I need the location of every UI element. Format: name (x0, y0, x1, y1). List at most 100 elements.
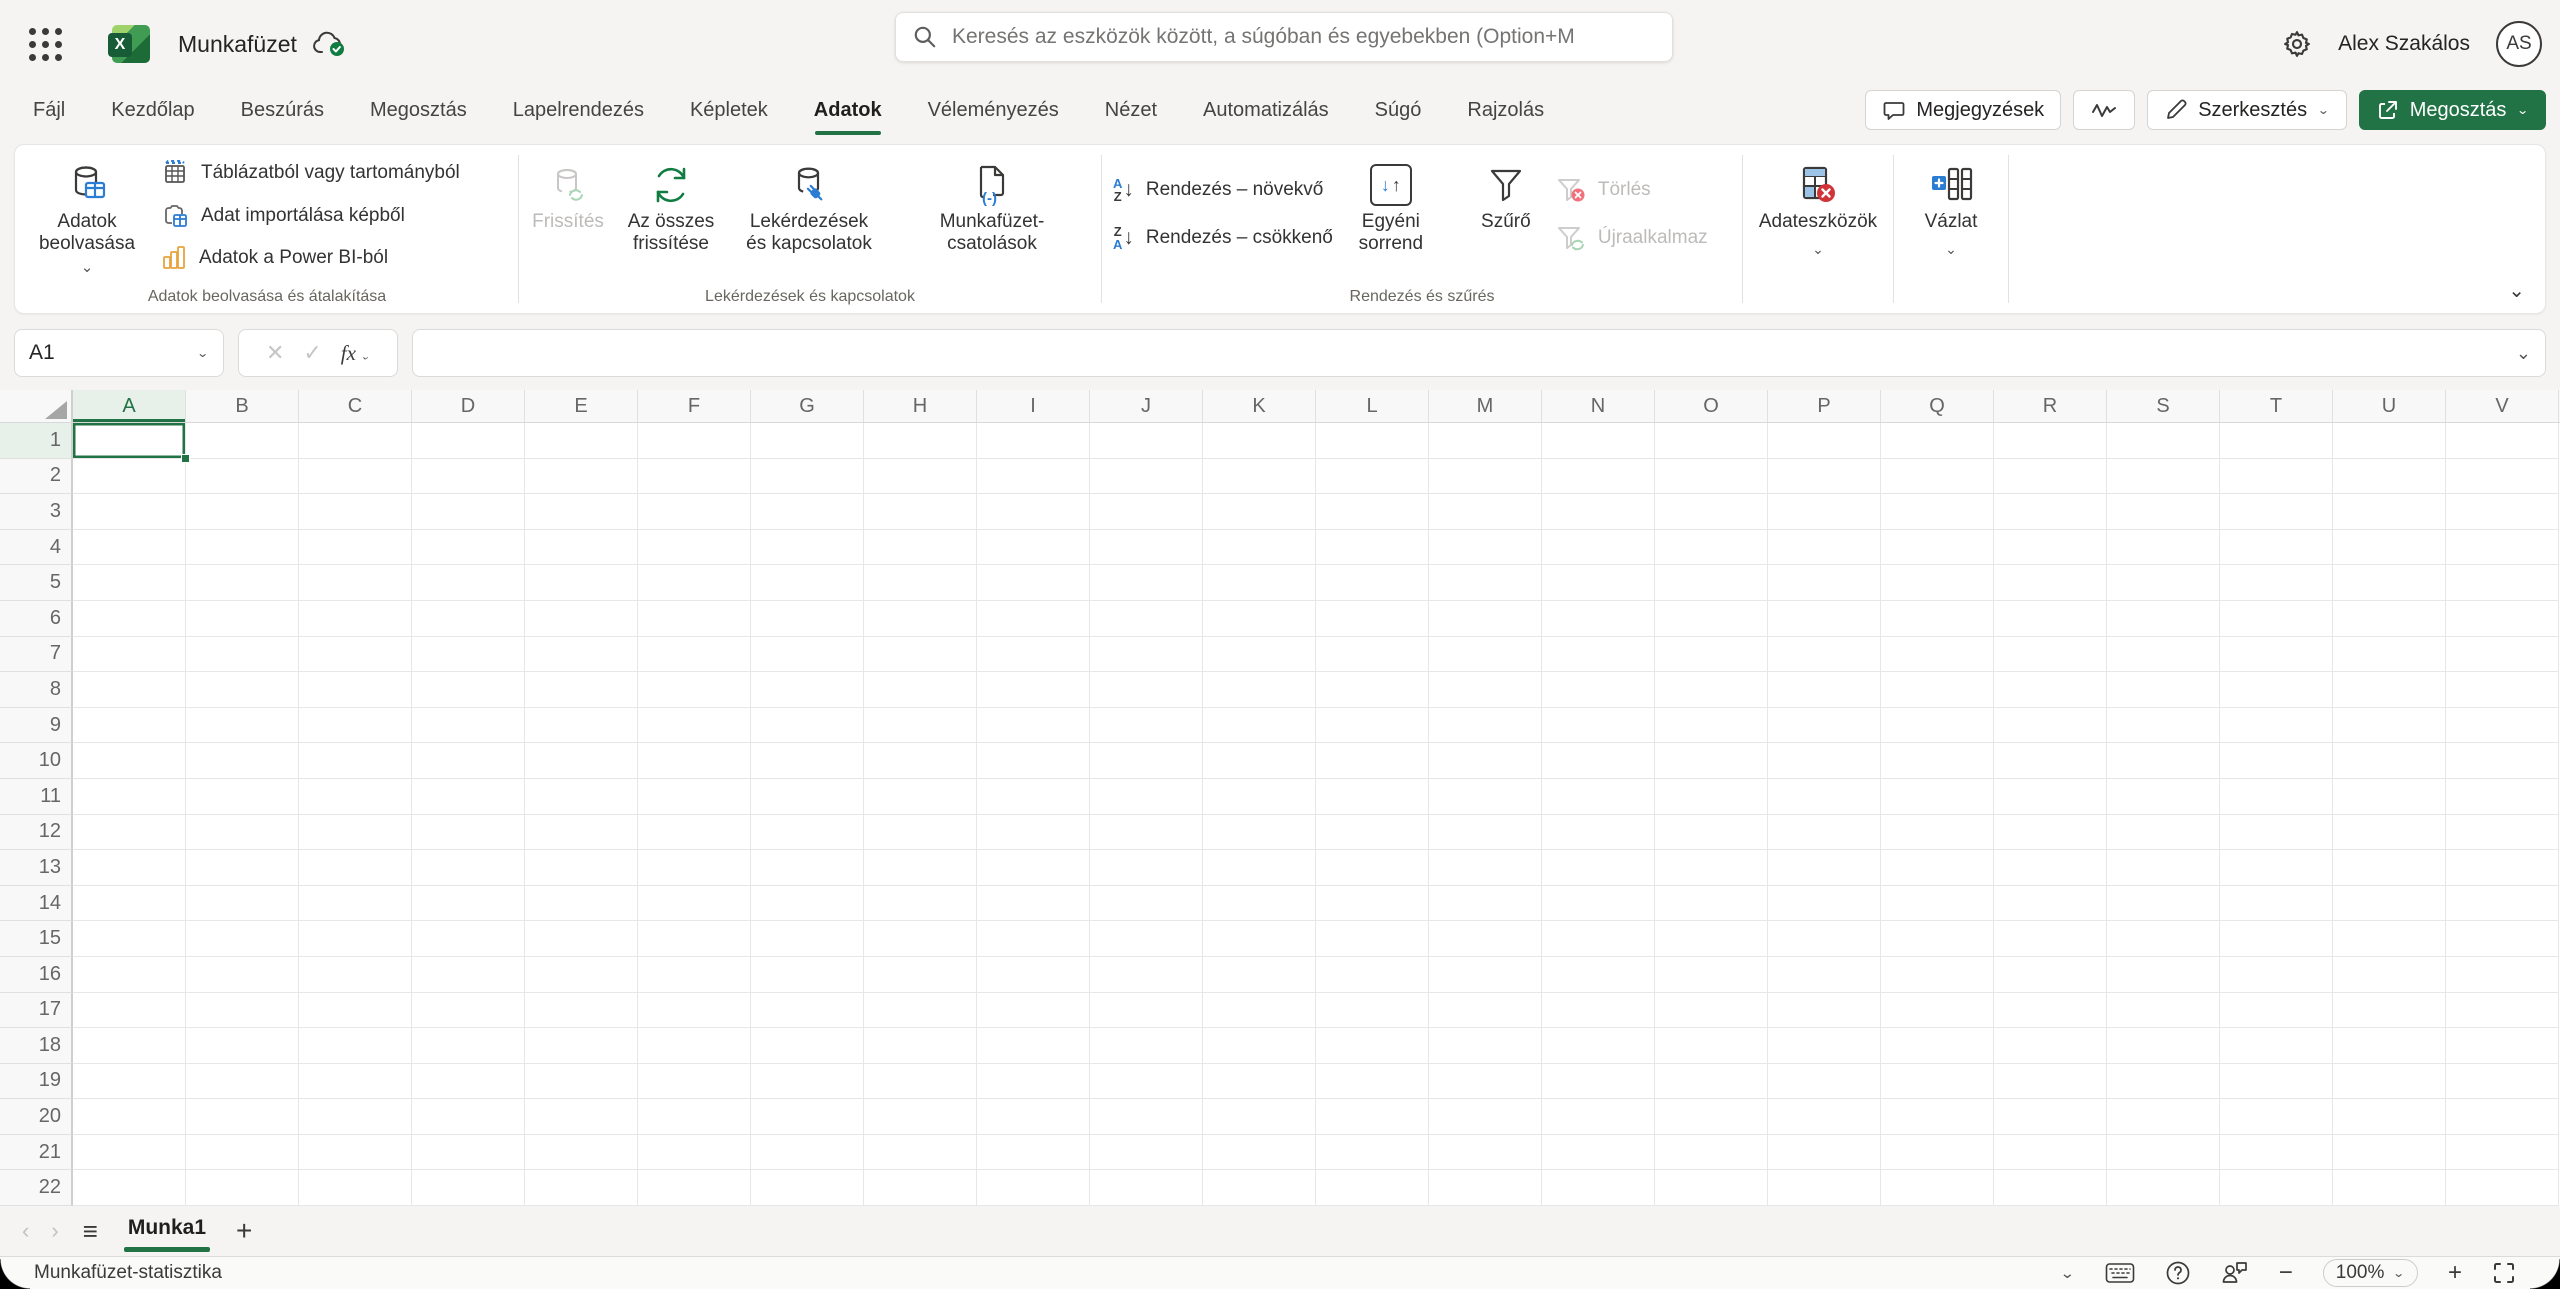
cell-F22[interactable] (638, 1170, 751, 1206)
cell-J14[interactable] (1090, 886, 1203, 922)
cell-C22[interactable] (299, 1170, 412, 1206)
cell-S8[interactable] (2107, 672, 2220, 708)
cell-U6[interactable] (2333, 601, 2446, 637)
cell-U8[interactable] (2333, 672, 2446, 708)
cell-B13[interactable] (186, 850, 299, 886)
cell-J20[interactable] (1090, 1099, 1203, 1135)
cell-F2[interactable] (638, 459, 751, 495)
cell-B22[interactable] (186, 1170, 299, 1206)
cell-H20[interactable] (864, 1099, 977, 1135)
cell-L15[interactable] (1316, 921, 1429, 957)
cell-N22[interactable] (1542, 1170, 1655, 1206)
tab-kepletek[interactable]: Képletek (667, 93, 791, 128)
cell-R12[interactable] (1994, 815, 2107, 851)
cell-P5[interactable] (1768, 565, 1881, 601)
cell-K19[interactable] (1203, 1064, 1316, 1100)
cell-L13[interactable] (1316, 850, 1429, 886)
cell-Q14[interactable] (1881, 886, 1994, 922)
cell-S2[interactable] (2107, 459, 2220, 495)
cell-C9[interactable] (299, 708, 412, 744)
cell-M7[interactable] (1429, 637, 1542, 673)
cell-O12[interactable] (1655, 815, 1768, 851)
cell-H2[interactable] (864, 459, 977, 495)
cell-M14[interactable] (1429, 886, 1542, 922)
cell-H19[interactable] (864, 1064, 977, 1100)
editing-mode-button[interactable]: Szerkesztés ⌄ (2147, 90, 2347, 130)
cell-T6[interactable] (2220, 601, 2333, 637)
cell-G17[interactable] (751, 993, 864, 1029)
cell-L16[interactable] (1316, 957, 1429, 993)
cell-N1[interactable] (1542, 423, 1655, 459)
column-header-G[interactable]: G (751, 390, 864, 422)
cell-L5[interactable] (1316, 565, 1429, 601)
cell-V17[interactable] (2446, 993, 2559, 1029)
collapse-ribbon-button[interactable]: ⌄ (2508, 278, 2525, 303)
cell-E10[interactable] (525, 743, 638, 779)
cell-U9[interactable] (2333, 708, 2446, 744)
cell-M13[interactable] (1429, 850, 1542, 886)
cell-H4[interactable] (864, 530, 977, 566)
cell-C3[interactable] (299, 494, 412, 530)
cell-H7[interactable] (864, 637, 977, 673)
cell-E11[interactable] (525, 779, 638, 815)
cell-A11[interactable] (73, 779, 186, 815)
cell-G22[interactable] (751, 1170, 864, 1206)
row-header-22[interactable]: 22 (0, 1170, 73, 1206)
row-header-21[interactable]: 21 (0, 1135, 73, 1171)
cell-M10[interactable] (1429, 743, 1542, 779)
cell-G12[interactable] (751, 815, 864, 851)
cell-B20[interactable] (186, 1099, 299, 1135)
cell-J4[interactable] (1090, 530, 1203, 566)
cell-V7[interactable] (2446, 637, 2559, 673)
cell-B15[interactable] (186, 921, 299, 957)
column-header-F[interactable]: F (638, 390, 751, 422)
row-header-15[interactable]: 15 (0, 921, 73, 957)
cell-T17[interactable] (2220, 993, 2333, 1029)
cell-V8[interactable] (2446, 672, 2559, 708)
cell-A8[interactable] (73, 672, 186, 708)
cell-O8[interactable] (1655, 672, 1768, 708)
cell-U14[interactable] (2333, 886, 2446, 922)
cell-C4[interactable] (299, 530, 412, 566)
cell-S6[interactable] (2107, 601, 2220, 637)
name-box[interactable]: A1 ⌄ (14, 329, 224, 377)
cell-S15[interactable] (2107, 921, 2220, 957)
cell-I2[interactable] (977, 459, 1090, 495)
cell-S16[interactable] (2107, 957, 2220, 993)
cell-D22[interactable] (412, 1170, 525, 1206)
cell-Q4[interactable] (1881, 530, 1994, 566)
cell-A21[interactable] (73, 1135, 186, 1171)
cell-L4[interactable] (1316, 530, 1429, 566)
cell-S3[interactable] (2107, 494, 2220, 530)
cell-G19[interactable] (751, 1064, 864, 1100)
fill-handle[interactable] (181, 454, 190, 463)
cell-I7[interactable] (977, 637, 1090, 673)
row-header-18[interactable]: 18 (0, 1028, 73, 1064)
cell-L17[interactable] (1316, 993, 1429, 1029)
cell-A13[interactable] (73, 850, 186, 886)
cell-Q7[interactable] (1881, 637, 1994, 673)
cell-I5[interactable] (977, 565, 1090, 601)
row-header-14[interactable]: 14 (0, 886, 73, 922)
cell-P4[interactable] (1768, 530, 1881, 566)
cell-G1[interactable] (751, 423, 864, 459)
cell-B9[interactable] (186, 708, 299, 744)
cell-C21[interactable] (299, 1135, 412, 1171)
cell-G6[interactable] (751, 601, 864, 637)
cell-H14[interactable] (864, 886, 977, 922)
activity-button[interactable] (2073, 90, 2135, 130)
cell-B3[interactable] (186, 494, 299, 530)
cell-J8[interactable] (1090, 672, 1203, 708)
cell-B19[interactable] (186, 1064, 299, 1100)
cell-E21[interactable] (525, 1135, 638, 1171)
cell-R18[interactable] (1994, 1028, 2107, 1064)
cell-P3[interactable] (1768, 494, 1881, 530)
cell-Q11[interactable] (1881, 779, 1994, 815)
cell-B2[interactable] (186, 459, 299, 495)
cell-E20[interactable] (525, 1099, 638, 1135)
cell-I8[interactable] (977, 672, 1090, 708)
cell-B12[interactable] (186, 815, 299, 851)
cell-A16[interactable] (73, 957, 186, 993)
column-header-A[interactable]: A (73, 390, 186, 422)
row-header-10[interactable]: 10 (0, 743, 73, 779)
